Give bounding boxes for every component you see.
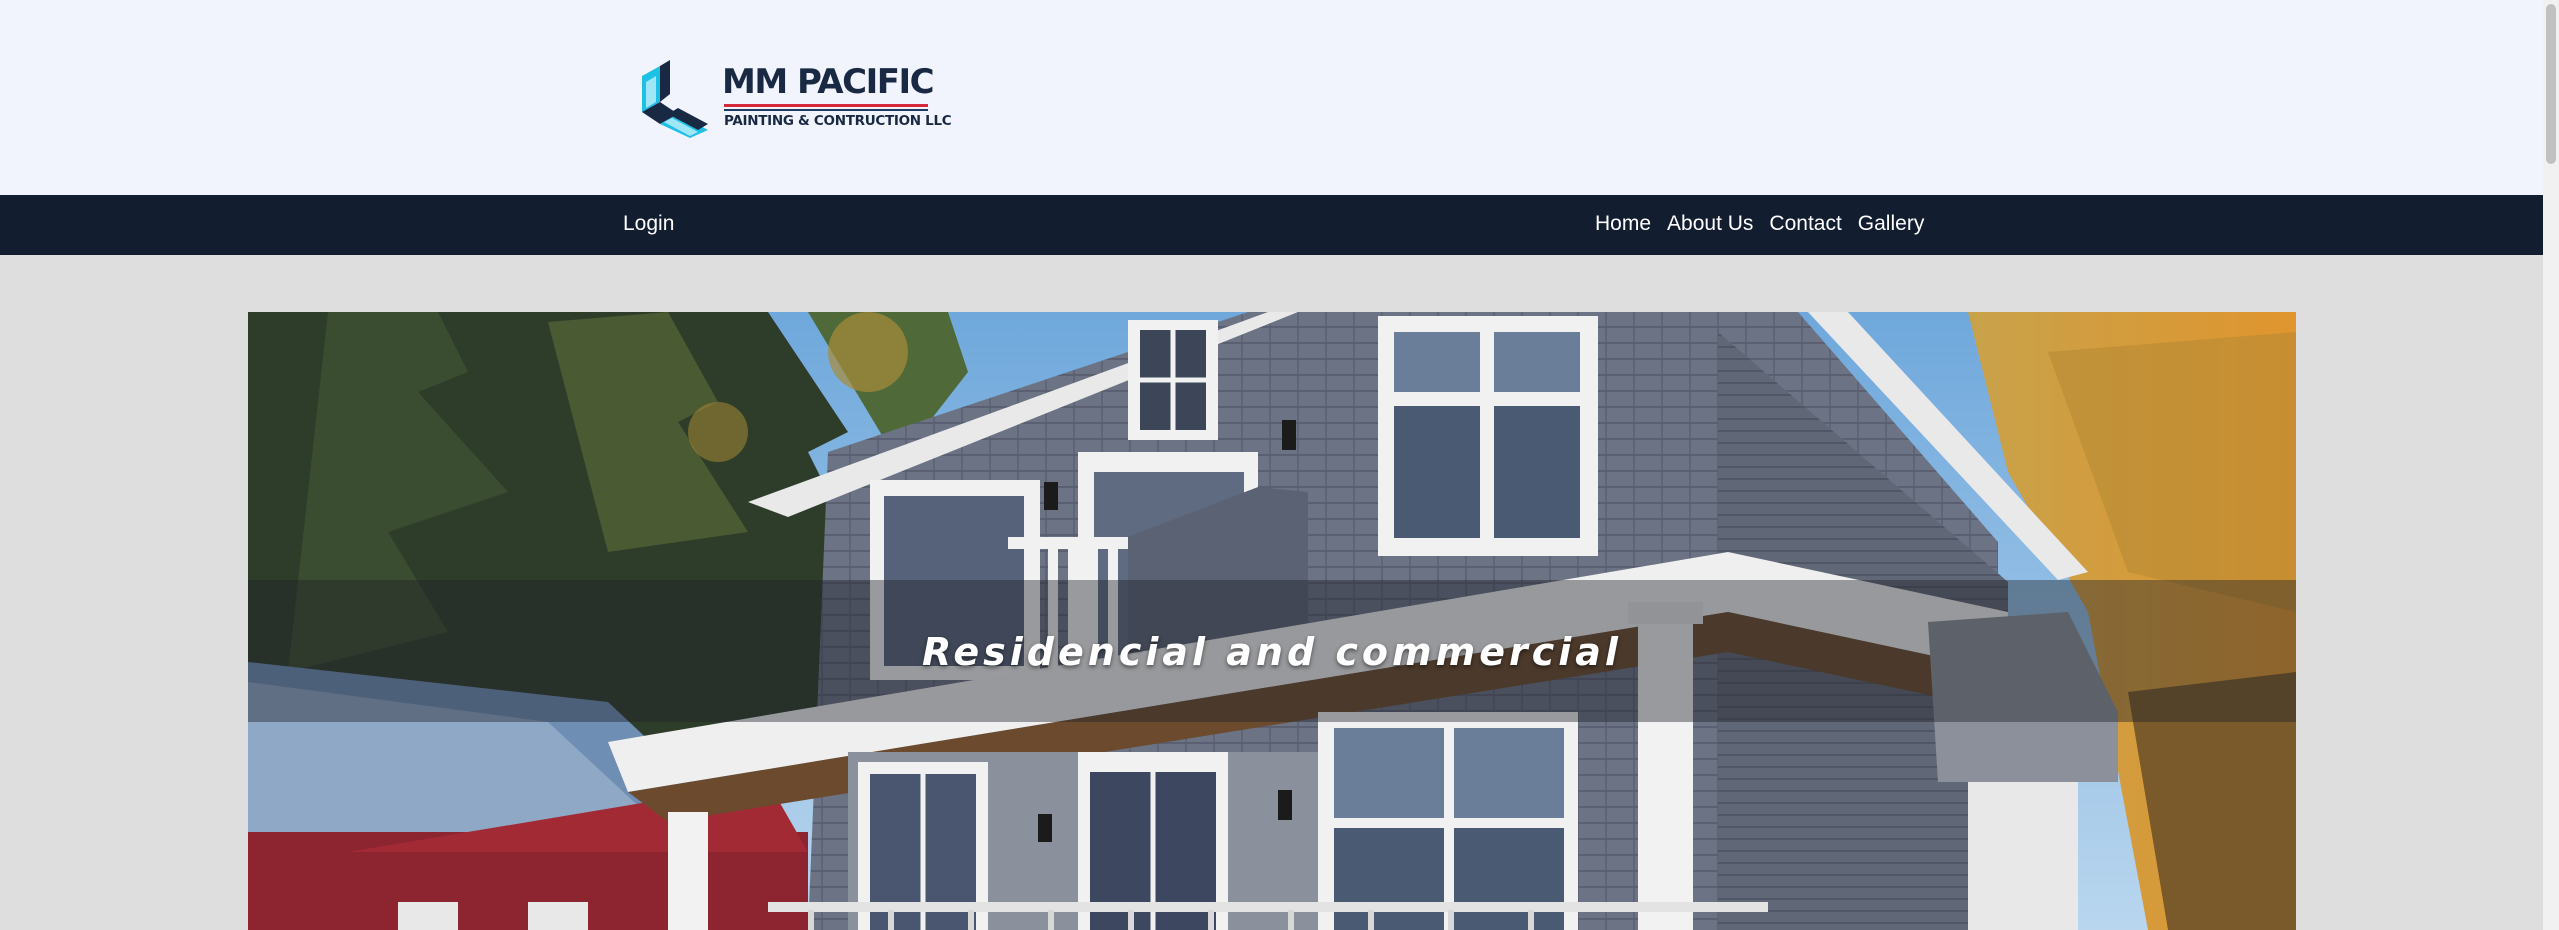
brand-name: MM PACIFIC xyxy=(722,62,935,102)
scrollbar-thumb[interactable] xyxy=(2546,4,2556,164)
page: MM PACIFIC PAINTING & CONTRUCTION LLC Lo… xyxy=(0,0,2559,930)
hero-banner: Residencial and commercial xyxy=(248,312,2296,930)
nav-link-about-us[interactable]: About Us xyxy=(1667,212,1753,236)
logo-mark-icon xyxy=(642,60,708,138)
nav-link-home[interactable]: Home xyxy=(1595,212,1651,236)
login-link[interactable]: Login xyxy=(623,212,674,236)
main-nav: Login Home About Us Contact Gallery xyxy=(0,195,2543,255)
nav-link-gallery[interactable]: Gallery xyxy=(1858,212,1925,236)
brand-tagline: PAINTING & CONTRUCTION LLC xyxy=(724,113,952,129)
nav-link-contact[interactable]: Contact xyxy=(1769,212,1841,236)
logo-divider-blue xyxy=(724,109,928,111)
hero-caption: Residencial and commercial xyxy=(922,630,1622,674)
logo-divider-red xyxy=(724,104,928,107)
page-scrollbar[interactable] xyxy=(2543,0,2559,930)
brand-logo[interactable]: MM PACIFIC PAINTING & CONTRUCTION LLC xyxy=(638,56,952,140)
site-header: MM PACIFIC PAINTING & CONTRUCTION LLC xyxy=(0,0,2543,195)
nav-links: Home About Us Contact Gallery xyxy=(1595,212,1924,236)
